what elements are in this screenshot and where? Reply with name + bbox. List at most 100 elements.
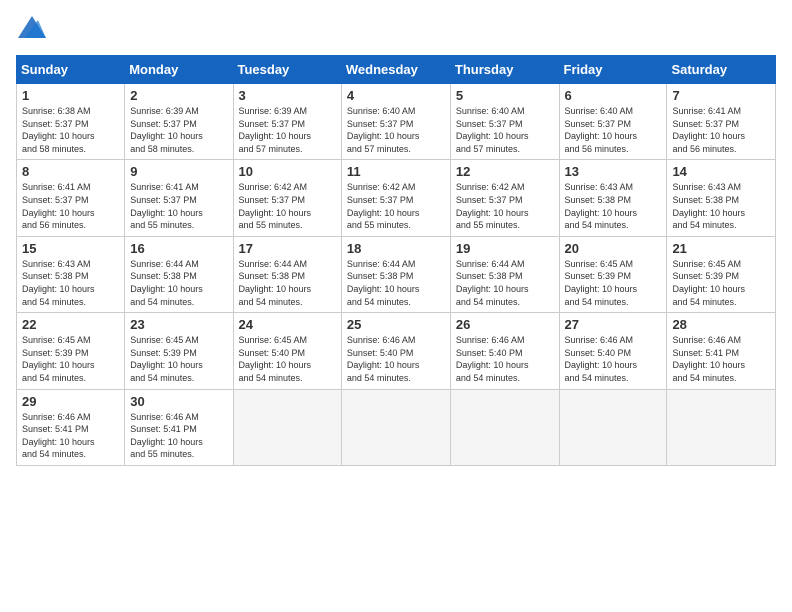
day-info: Sunrise: 6:45 AM Sunset: 5:39 PM Dayligh… — [130, 334, 227, 384]
calendar-day-8: 8 Sunrise: 6:41 AM Sunset: 5:37 PM Daylig… — [17, 160, 125, 236]
day-info: Sunrise: 6:46 AM Sunset: 5:41 PM Dayligh… — [672, 334, 770, 384]
calendar-day-17: 17 Sunrise: 6:44 AM Sunset: 5:38 PM Dayli… — [233, 236, 341, 312]
day-info: Sunrise: 6:43 AM Sunset: 5:38 PM Dayligh… — [22, 258, 119, 308]
calendar-day-10: 10 Sunrise: 6:42 AM Sunset: 5:37 PM Dayli… — [233, 160, 341, 236]
calendar-header-saturday: Saturday — [667, 56, 776, 84]
day-number: 8 — [22, 164, 119, 179]
day-number: 3 — [239, 88, 336, 103]
day-info: Sunrise: 6:39 AM Sunset: 5:37 PM Dayligh… — [130, 105, 227, 155]
calendar-day-1: 1Sunrise: 6:38 AM Sunset: 5:37 PM Daylig… — [17, 84, 125, 160]
day-number: 16 — [130, 241, 227, 256]
day-number: 24 — [239, 317, 336, 332]
day-info: Sunrise: 6:46 AM Sunset: 5:40 PM Dayligh… — [347, 334, 445, 384]
day-number: 12 — [456, 164, 554, 179]
day-info: Sunrise: 6:41 AM Sunset: 5:37 PM Dayligh… — [672, 105, 770, 155]
calendar-day-empty — [341, 389, 450, 465]
calendar-day-empty — [667, 389, 776, 465]
day-number: 27 — [565, 317, 662, 332]
day-info: Sunrise: 6:42 AM Sunset: 5:37 PM Dayligh… — [239, 181, 336, 231]
day-number: 13 — [565, 164, 662, 179]
calendar-day-18: 18 Sunrise: 6:44 AM Sunset: 5:38 PM Dayli… — [341, 236, 450, 312]
calendar-day-20: 20Sunrise: 6:45 AM Sunset: 5:39 PM Dayli… — [559, 236, 667, 312]
calendar-day-28: 28 Sunrise: 6:46 AM Sunset: 5:41 PM Dayli… — [667, 313, 776, 389]
day-info: Sunrise: 6:46 AM Sunset: 5:41 PM Dayligh… — [22, 411, 119, 461]
day-info: Sunrise: 6:46 AM Sunset: 5:40 PM Dayligh… — [565, 334, 662, 384]
calendar-day-9: 9 Sunrise: 6:41 AM Sunset: 5:37 PM Daylig… — [125, 160, 233, 236]
day-info: Sunrise: 6:44 AM Sunset: 5:38 PM Dayligh… — [130, 258, 227, 308]
calendar-header-wednesday: Wednesday — [341, 56, 450, 84]
calendar-day-16: 16 Sunrise: 6:44 AM Sunset: 5:38 PM Dayli… — [125, 236, 233, 312]
day-number: 15 — [22, 241, 119, 256]
calendar-day-25: 25 Sunrise: 6:46 AM Sunset: 5:40 PM Dayli… — [341, 313, 450, 389]
calendar-table: SundayMondayTuesdayWednesdayThursdayFrid… — [16, 55, 776, 466]
day-number: 2 — [130, 88, 227, 103]
calendar-week-row: 1Sunrise: 6:38 AM Sunset: 5:37 PM Daylig… — [17, 84, 776, 160]
day-number: 18 — [347, 241, 445, 256]
calendar-week-row: 29 Sunrise: 6:46 AM Sunset: 5:41 PM Dayli… — [17, 389, 776, 465]
day-info: Sunrise: 6:45 AM Sunset: 5:40 PM Dayligh… — [239, 334, 336, 384]
day-info: Sunrise: 6:46 AM Sunset: 5:41 PM Dayligh… — [130, 411, 227, 461]
day-number: 14 — [672, 164, 770, 179]
calendar-day-12: 12 Sunrise: 6:42 AM Sunset: 5:37 PM Dayli… — [450, 160, 559, 236]
calendar-header-sunday: Sunday — [17, 56, 125, 84]
day-info: Sunrise: 6:42 AM Sunset: 5:37 PM Dayligh… — [456, 181, 554, 231]
calendar-day-11: 11 Sunrise: 6:42 AM Sunset: 5:37 PM Dayli… — [341, 160, 450, 236]
day-number: 19 — [456, 241, 554, 256]
calendar-day-6: 6 Sunrise: 6:40 AM Sunset: 5:37 PM Daylig… — [559, 84, 667, 160]
calendar-header-tuesday: Tuesday — [233, 56, 341, 84]
day-number: 6 — [565, 88, 662, 103]
day-number: 30 — [130, 394, 227, 409]
calendar-week-row: 22 Sunrise: 6:45 AM Sunset: 5:39 PM Dayli… — [17, 313, 776, 389]
page-header — [16, 16, 776, 43]
calendar-header-row: SundayMondayTuesdayWednesdayThursdayFrid… — [17, 56, 776, 84]
calendar-day-21: 21 Sunrise: 6:45 AM Sunset: 5:39 PM Dayli… — [667, 236, 776, 312]
day-info: Sunrise: 6:41 AM Sunset: 5:37 PM Dayligh… — [22, 181, 119, 231]
logo — [16, 16, 46, 43]
calendar-week-row: 15 Sunrise: 6:43 AM Sunset: 5:38 PM Dayli… — [17, 236, 776, 312]
day-info: Sunrise: 6:45 AM Sunset: 5:39 PM Dayligh… — [22, 334, 119, 384]
day-number: 22 — [22, 317, 119, 332]
calendar-week-row: 8 Sunrise: 6:41 AM Sunset: 5:37 PM Daylig… — [17, 160, 776, 236]
calendar-day-13: 13Sunrise: 6:43 AM Sunset: 5:38 PM Dayli… — [559, 160, 667, 236]
calendar-day-15: 15 Sunrise: 6:43 AM Sunset: 5:38 PM Dayli… — [17, 236, 125, 312]
calendar-day-empty — [233, 389, 341, 465]
day-info: Sunrise: 6:44 AM Sunset: 5:38 PM Dayligh… — [456, 258, 554, 308]
day-number: 4 — [347, 88, 445, 103]
calendar-day-7: 7Sunrise: 6:41 AM Sunset: 5:37 PM Daylig… — [667, 84, 776, 160]
day-info: Sunrise: 6:41 AM Sunset: 5:37 PM Dayligh… — [130, 181, 227, 231]
day-info: Sunrise: 6:45 AM Sunset: 5:39 PM Dayligh… — [672, 258, 770, 308]
calendar-day-14: 14 Sunrise: 6:43 AM Sunset: 5:38 PM Dayli… — [667, 160, 776, 236]
day-info: Sunrise: 6:38 AM Sunset: 5:37 PM Dayligh… — [22, 105, 119, 155]
day-info: Sunrise: 6:40 AM Sunset: 5:37 PM Dayligh… — [565, 105, 662, 155]
calendar-day-27: 27 Sunrise: 6:46 AM Sunset: 5:40 PM Dayli… — [559, 313, 667, 389]
day-number: 26 — [456, 317, 554, 332]
day-number: 11 — [347, 164, 445, 179]
calendar-day-empty — [559, 389, 667, 465]
day-info: Sunrise: 6:43 AM Sunset: 5:38 PM Dayligh… — [672, 181, 770, 231]
day-number: 25 — [347, 317, 445, 332]
day-number: 9 — [130, 164, 227, 179]
calendar-day-23: 23 Sunrise: 6:45 AM Sunset: 5:39 PM Dayli… — [125, 313, 233, 389]
day-number: 28 — [672, 317, 770, 332]
day-number: 20 — [565, 241, 662, 256]
day-number: 21 — [672, 241, 770, 256]
day-number: 29 — [22, 394, 119, 409]
calendar-day-26: 26 Sunrise: 6:46 AM Sunset: 5:40 PM Dayli… — [450, 313, 559, 389]
day-info: Sunrise: 6:40 AM Sunset: 5:37 PM Dayligh… — [347, 105, 445, 155]
day-number: 17 — [239, 241, 336, 256]
day-number: 5 — [456, 88, 554, 103]
calendar-day-30: 30 Sunrise: 6:46 AM Sunset: 5:41 PM Dayli… — [125, 389, 233, 465]
logo-icon — [18, 16, 46, 38]
day-info: Sunrise: 6:44 AM Sunset: 5:38 PM Dayligh… — [239, 258, 336, 308]
calendar-day-empty — [450, 389, 559, 465]
day-info: Sunrise: 6:44 AM Sunset: 5:38 PM Dayligh… — [347, 258, 445, 308]
calendar-day-22: 22 Sunrise: 6:45 AM Sunset: 5:39 PM Dayli… — [17, 313, 125, 389]
day-number: 10 — [239, 164, 336, 179]
day-info: Sunrise: 6:39 AM Sunset: 5:37 PM Dayligh… — [239, 105, 336, 155]
calendar-day-24: 24 Sunrise: 6:45 AM Sunset: 5:40 PM Dayli… — [233, 313, 341, 389]
calendar-day-3: 3 Sunrise: 6:39 AM Sunset: 5:37 PM Daylig… — [233, 84, 341, 160]
day-info: Sunrise: 6:42 AM Sunset: 5:37 PM Dayligh… — [347, 181, 445, 231]
day-info: Sunrise: 6:46 AM Sunset: 5:40 PM Dayligh… — [456, 334, 554, 384]
calendar-header-thursday: Thursday — [450, 56, 559, 84]
day-number: 23 — [130, 317, 227, 332]
